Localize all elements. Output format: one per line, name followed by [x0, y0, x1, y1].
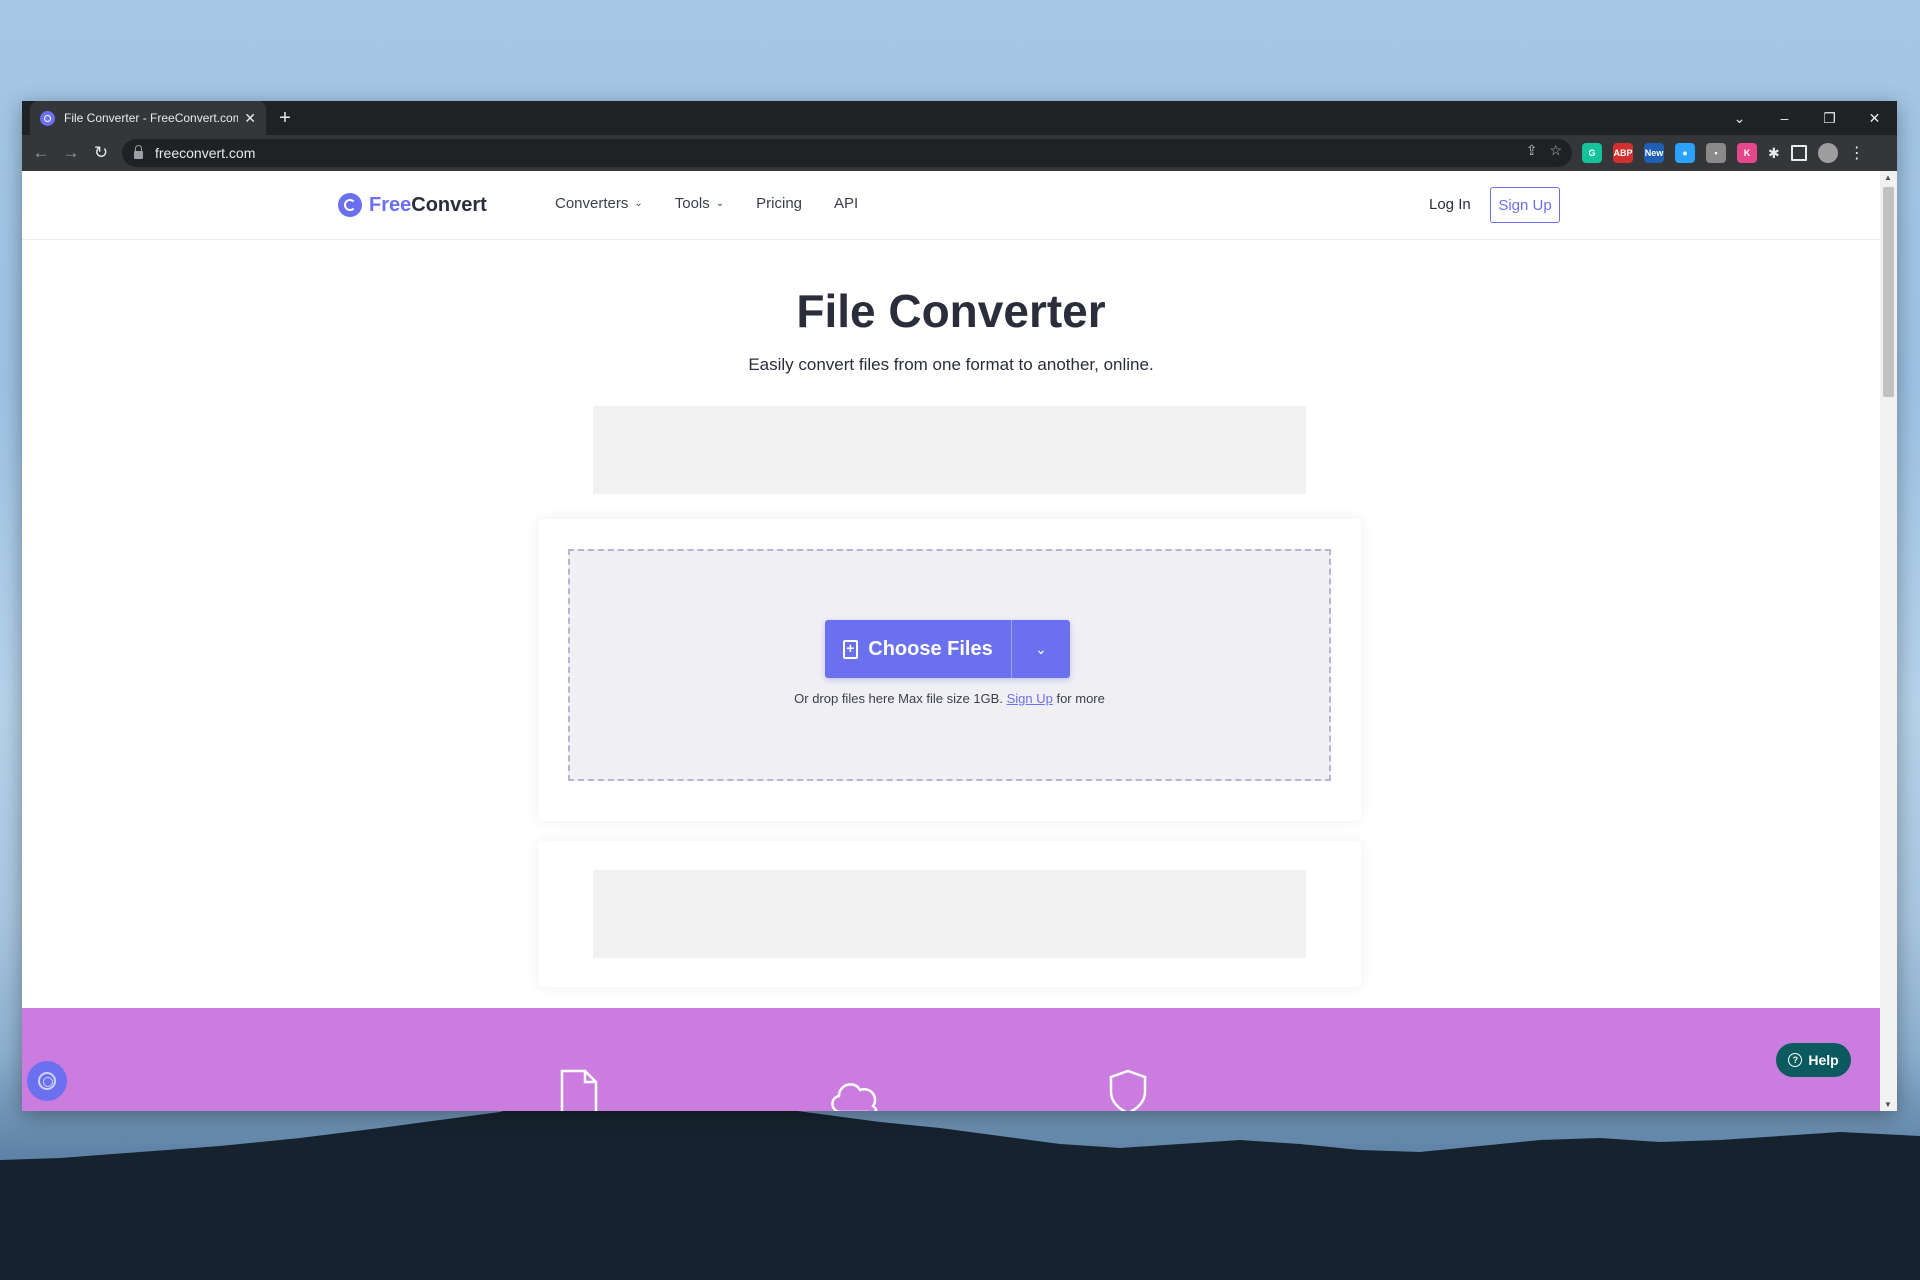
freeconvert-logo[interactable]: FreeConvert	[338, 193, 487, 217]
close-tab-icon[interactable]: ✕	[244, 110, 256, 127]
reload-icon[interactable]: ↻	[88, 140, 114, 166]
adblock-extension-icon[interactable]: ABP	[1613, 143, 1633, 163]
back-arrow-icon[interactable]: ←	[28, 140, 54, 166]
login-link[interactable]: Log In	[1429, 196, 1471, 213]
tab-search-icon[interactable]: ⌄	[1717, 101, 1762, 135]
file-plus-icon	[843, 639, 859, 659]
choose-files-button-group: Choose Files ⌄	[825, 620, 1070, 678]
page-scrollbar[interactable]: ▲ ▼	[1880, 171, 1897, 1111]
close-window-icon[interactable]: ✕	[1852, 101, 1897, 135]
window-controls: ⌄ – ❐ ✕	[1717, 101, 1897, 135]
nav-api[interactable]: API	[834, 195, 858, 212]
k-extension-icon[interactable]: K	[1737, 143, 1757, 163]
drop-note-text: Or drop files here Max file size 1GB.	[794, 691, 1003, 706]
new-tab-button[interactable]: +	[272, 105, 298, 131]
url-text: freeconvert.com	[155, 145, 256, 161]
page-subtitle: Easily convert files from one format to …	[748, 355, 1154, 374]
drop-note: Or drop files here Max file size 1GB. Si…	[570, 691, 1329, 706]
news-extension-icon[interactable]: New	[1644, 143, 1664, 163]
page-title: File Converter	[796, 285, 1106, 337]
shield-icon	[1109, 1069, 1147, 1111]
profile-avatar[interactable]	[1817, 143, 1838, 163]
cloud-icon	[831, 1083, 878, 1111]
browser-toolbar: ← → ↻ freeconvert.com ⇪ ☆ G ABP New ● ▪ …	[22, 135, 1897, 171]
file-dropzone[interactable]: Choose Files ⌄ Or drop files here Max fi…	[568, 549, 1331, 781]
nav-tools-label: Tools	[674, 195, 710, 212]
file-icon	[560, 1069, 598, 1111]
scroll-down-icon[interactable]: ▼	[1884, 1100, 1892, 1109]
puzzle-extensions-icon[interactable]: ✱	[1768, 145, 1780, 162]
fingerprint-icon	[38, 1072, 56, 1090]
nav-pricing[interactable]: Pricing	[756, 195, 802, 212]
nav-converters[interactable]: Converters ⌄	[555, 195, 643, 212]
help-label: Help	[1808, 1052, 1839, 1068]
ad-card	[538, 841, 1361, 987]
nav-converters-label: Converters	[555, 195, 629, 212]
privacy-widget-button[interactable]	[27, 1061, 67, 1101]
chevron-down-icon: ⌄	[715, 198, 725, 209]
freeconvert-favicon-icon	[40, 110, 55, 126]
forward-arrow-icon[interactable]: →	[58, 140, 84, 166]
share-icon[interactable]: ⇪	[1526, 142, 1538, 159]
bookmark-star-icon[interactable]: ☆	[1549, 142, 1562, 159]
upload-source-dropdown[interactable]: ⌄	[1012, 620, 1070, 678]
lock-icon	[134, 145, 143, 159]
choose-files-button[interactable]: Choose Files	[825, 620, 1012, 678]
drop-note-suffix: for more	[1056, 691, 1105, 706]
logo-mark-icon	[338, 193, 362, 217]
help-question-icon: ?	[1788, 1053, 1803, 1067]
upload-card: Choose Files ⌄ Or drop files here Max fi…	[538, 519, 1361, 821]
scroll-up-icon[interactable]: ▲	[1884, 173, 1892, 182]
extensions-row: G ABP New ● ▪ K ✱ ⋮	[1582, 143, 1865, 163]
help-button[interactable]: ? Help	[1776, 1043, 1851, 1077]
chat-extension-icon[interactable]: ●	[1675, 143, 1695, 163]
page-viewport: FreeConvert Converters ⌄ Tools ⌄ Pricing…	[22, 171, 1880, 1111]
ad-placeholder-bottom	[593, 870, 1306, 958]
nav-tools[interactable]: Tools ⌄	[675, 195, 724, 212]
scroll-thumb[interactable]	[1883, 187, 1894, 397]
tab-title: File Converter - FreeConvert.com	[64, 111, 239, 125]
ad-placeholder-top	[593, 406, 1306, 494]
restore-icon[interactable]: ❐	[1807, 101, 1852, 135]
chevron-down-icon: ⌄	[1035, 640, 1047, 657]
features-band: ? Help	[22, 1008, 1880, 1111]
choose-files-label: Choose Files	[868, 637, 993, 660]
grammarly-extension-icon[interactable]: G	[1582, 143, 1602, 163]
side-panel-icon[interactable]	[1790, 145, 1807, 161]
drop-note-signup-link[interactable]: Sign Up	[1007, 691, 1053, 706]
logo-convert-text: Convert	[411, 193, 487, 216]
minimize-icon[interactable]: –	[1762, 101, 1807, 135]
site-header: FreeConvert Converters ⌄ Tools ⌄ Pricing…	[22, 171, 1880, 240]
grey-extension-icon[interactable]: ▪	[1706, 143, 1726, 163]
chevron-down-icon: ⌄	[634, 198, 643, 209]
browser-window: File Converter - FreeConvert.com ✕ + ⌄ –…	[22, 101, 1897, 1111]
signup-button[interactable]: Sign Up	[1490, 187, 1560, 223]
menu-dots-icon[interactable]: ⋮	[1849, 143, 1865, 163]
tab-strip: File Converter - FreeConvert.com ✕ + ⌄ –…	[22, 101, 1897, 135]
main-nav: Converters ⌄ Tools ⌄ Pricing API	[555, 195, 858, 212]
address-bar[interactable]: freeconvert.com ⇪ ☆	[122, 139, 1572, 167]
logo-free-text: Free	[369, 193, 412, 216]
browser-tab[interactable]: File Converter - FreeConvert.com ✕	[30, 101, 266, 135]
